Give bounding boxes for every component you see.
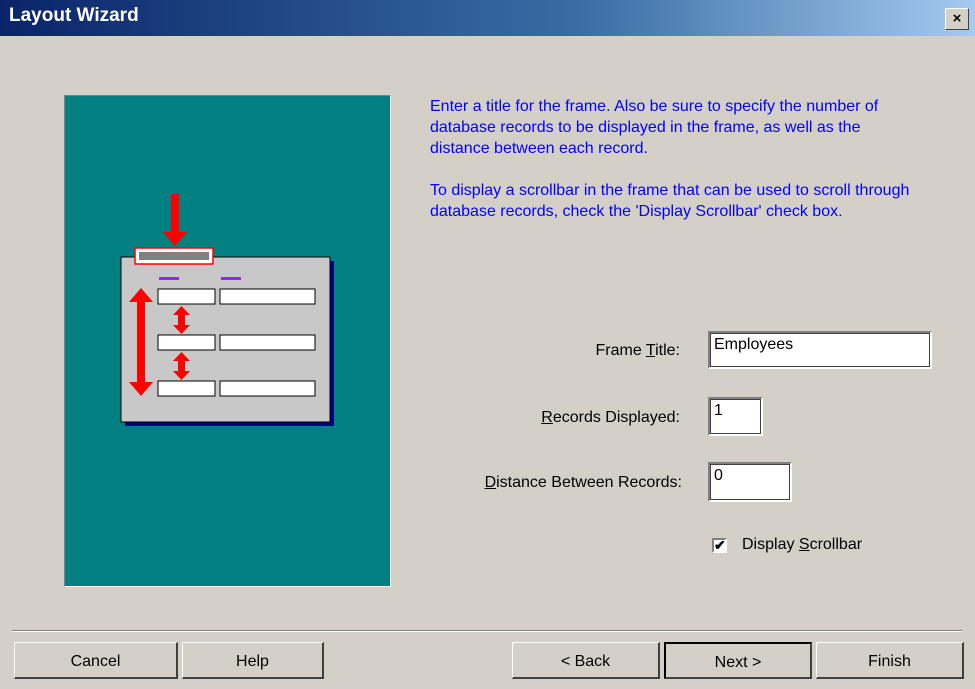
frame-title-label: Frame Title: <box>595 342 680 359</box>
field-row-1a <box>157 288 216 305</box>
records-arrow-shaft <box>137 300 145 384</box>
finish-button[interactable]: Finish <box>816 642 964 679</box>
records-displayed-input[interactable]: 1 <box>708 397 763 436</box>
window-title: Layout Wizard <box>9 5 139 26</box>
column-label-hint <box>159 277 179 280</box>
distance-between-records-label: Distance Between Records: <box>484 474 682 491</box>
title-bar: Layout Wizard × <box>0 0 975 36</box>
distance-between-records-input[interactable]: 0 <box>708 462 792 502</box>
layout-wizard-window: Layout Wizard × Enter a title for the fr… <box>0 0 975 689</box>
field-row-2b <box>219 334 316 351</box>
instructions-text: Enter a title for the frame. Also be sur… <box>430 96 920 243</box>
help-button[interactable]: Help <box>182 642 324 679</box>
layout-preview-illustration <box>64 95 391 587</box>
frame-title-input[interactable]: Employees <box>708 331 932 369</box>
frame-title-placeholder <box>139 252 209 260</box>
display-scrollbar-label[interactable]: Display Scrollbar <box>742 536 862 554</box>
title-arrow-head <box>163 232 187 246</box>
checkbox-box[interactable]: ✔ <box>712 537 727 553</box>
close-button[interactable]: × <box>945 8 969 30</box>
instructions-paragraph-1: Enter a title for the frame. Also be sur… <box>430 98 879 157</box>
distance-arrow-1-shaft <box>178 314 185 326</box>
field-row-3a <box>157 380 216 397</box>
checkmark-icon: ✔ <box>714 537 726 553</box>
field-row-1b <box>219 288 316 305</box>
field-row-2a <box>157 334 216 351</box>
next-button[interactable]: Next > <box>664 642 812 679</box>
frame-diagram <box>120 194 334 426</box>
divider <box>12 630 962 632</box>
instructions-paragraph-2: To display a scrollbar in the frame that… <box>430 182 910 220</box>
title-arrow-shaft <box>171 194 179 236</box>
distance-arrow-2-shaft <box>178 360 185 372</box>
back-button[interactable]: < Back <box>512 642 660 679</box>
records-displayed-label: Records Displayed: <box>541 409 680 426</box>
field-row-3b <box>219 380 316 397</box>
column-label-hint <box>221 277 241 280</box>
cancel-button[interactable]: Cancel <box>14 642 178 679</box>
